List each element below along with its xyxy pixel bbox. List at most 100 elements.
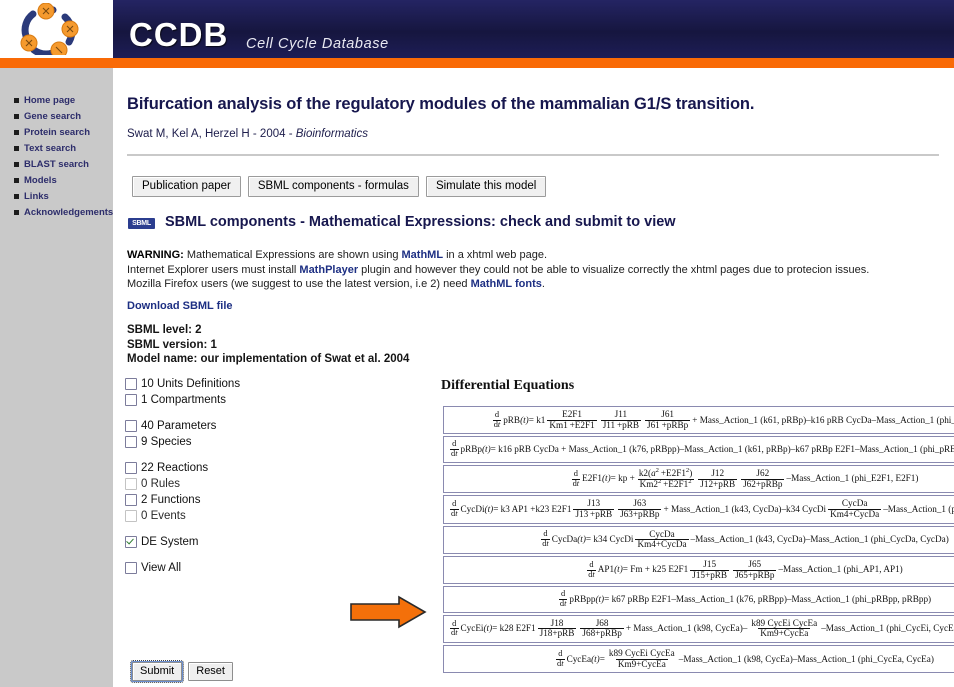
main-content: Bifurcation analysis of the regulatory m… xyxy=(113,68,954,687)
submit-button[interactable]: Submit xyxy=(129,660,185,683)
checkbox-icon[interactable] xyxy=(125,420,137,432)
checkbox-icon[interactable] xyxy=(125,478,137,490)
equation-box-cycdi: d dt CycDi (t) = k3 AP1 +k23 E2F1 J13 J13 +pR… xyxy=(443,495,954,524)
equation-expression: d dt pRBpp (t) = k67 pRBp E2F1–Mass_Action… xyxy=(558,589,932,608)
warning-label: WARNING: xyxy=(127,249,184,261)
equation-box-prbpp: d dt pRBpp (t) = k67 pRBp E2F1–Mass_Action… xyxy=(443,586,954,613)
accent-bar xyxy=(0,58,954,68)
equation-box-cycda: d dt CycDa (t) = k34 CycDi CycDa Km4+CycDa –M… xyxy=(443,525,954,554)
equation-expression: d dt pRBp (t) = k16 pRB CycDa + Mass_Actio… xyxy=(450,439,954,459)
component-checkbox-list: 10 Units Definitions 1 Compartments 40 Par… xyxy=(125,376,315,576)
sidebar-item-links[interactable]: Links xyxy=(14,190,113,203)
checkbox-icon[interactable] xyxy=(125,462,137,474)
equation-box-ap1: d dt AP1 (t) = Fm + k25 E2F1 J15 J15+pRB J65 J… xyxy=(443,555,954,585)
sidebar: Home page Gene search Protein search Text s… xyxy=(0,68,113,687)
sidebar-item-label[interactable]: Home page xyxy=(24,95,75,106)
warning-line1-b: in a xhtml web page. xyxy=(443,249,547,261)
component-row-0-rules[interactable]: 0 Rules xyxy=(125,476,315,492)
sidebar-item-label[interactable]: Links xyxy=(24,191,49,202)
component-row-40-parameters[interactable]: 40 Parameters xyxy=(125,418,315,434)
equation-expression: d dt E2F1 (t) = kp + k2(a2 +E2F12) Km22 +E2… xyxy=(571,466,919,489)
reset-button[interactable]: Reset xyxy=(188,662,233,681)
component-row-9-species[interactable]: 9 Species xyxy=(125,434,315,450)
equation-expression: d dt CycDa (t) = k34 CycDi CycDa Km4+CycDa –M… xyxy=(541,528,949,550)
component-label: 2 Functions xyxy=(141,494,201,506)
sidebar-item-blast-search[interactable]: BLAST search xyxy=(14,158,113,171)
section-heading: SBML components - Mathematical Expressio… xyxy=(165,214,676,230)
title-divider xyxy=(127,154,939,156)
bullet-square-icon xyxy=(14,162,19,167)
sbml-logo-icon: SBML xyxy=(128,218,155,229)
component-label: DE System xyxy=(141,536,199,548)
header-band xyxy=(113,0,954,58)
sidebar-item-home-page[interactable]: Home page xyxy=(14,94,113,107)
warning-line2-a: Internet Explorer users must install xyxy=(127,263,300,276)
sidebar-item-protein-search[interactable]: Protein search xyxy=(14,126,113,139)
sidebar-item-text-search[interactable]: Text search xyxy=(14,142,113,155)
mathml-fonts-link[interactable]: MathML fonts xyxy=(471,278,542,290)
page-title: Bifurcation analysis of the regulatory m… xyxy=(127,95,755,113)
tab-simulate-this-model[interactable]: Simulate this model xyxy=(425,176,547,197)
component-label: 0 Events xyxy=(141,510,186,522)
sidebar-item-gene-search[interactable]: Gene search xyxy=(14,110,113,123)
component-label: 40 Parameters xyxy=(141,420,217,432)
component-row-0-events[interactable]: 0 Events xyxy=(125,508,315,524)
mathml-link[interactable]: MathML xyxy=(402,249,444,261)
equation-box-cycei: d dt CycEi (t) = k28 E2F1 J18 J18+pRB J68 J68+… xyxy=(443,614,954,644)
equation-box-prbp: d dt pRBp (t) = k16 pRB CycDa + Mass_Actio… xyxy=(443,436,954,463)
component-label: 0 Rules xyxy=(141,478,180,490)
bullet-square-icon xyxy=(14,210,19,215)
component-label: 10 Units Definitions xyxy=(141,378,241,390)
bullet-square-icon xyxy=(14,114,19,119)
logo-container[interactable] xyxy=(0,0,113,58)
component-label: View All xyxy=(141,562,182,574)
warning-text: WARNING: Mathematical Expressions are sh… xyxy=(127,248,939,292)
checkbox-icon[interactable] xyxy=(125,436,137,448)
equation-expression: d dt pRB (t) = k1 E2F1 Km1 +E2F1 J11 J11 +pRB J… xyxy=(492,409,954,430)
sidebar-item-label[interactable]: BLAST search xyxy=(24,159,89,170)
checkbox-icon[interactable] xyxy=(125,494,137,506)
bullet-square-icon xyxy=(14,98,19,103)
checkbox-icon[interactable] xyxy=(125,536,137,548)
form-actions: Submit Reset xyxy=(129,660,233,683)
checkbox-icon[interactable] xyxy=(125,394,137,406)
download-sbml-link[interactable]: Download SBML file xyxy=(127,300,233,312)
bullet-square-icon xyxy=(14,194,19,199)
brand-tagline: Cell Cycle Database xyxy=(246,36,389,52)
tab-button-row: Publication paper SBML components - formu… xyxy=(132,176,547,197)
warning-line-2: Internet Explorer users must install Mat… xyxy=(127,263,939,278)
sbml-level: SBML level: 2 xyxy=(127,324,202,336)
bullet-square-icon xyxy=(14,178,19,183)
sidebar-item-acknowledgements[interactable]: Acknowledgements xyxy=(14,206,113,219)
equation-expression: d dt CycDi (t) = k3 AP1 +k23 E2F1 J13 J13 +pR… xyxy=(450,498,954,519)
component-row-de-system[interactable]: DE System xyxy=(125,534,315,550)
equation-expression: d dt CycEi (t) = k28 E2F1 J18 J18+pRB J68 J68+… xyxy=(450,617,954,639)
sidebar-item-models[interactable]: Models xyxy=(14,174,113,187)
component-row-2-functions[interactable]: 2 Functions xyxy=(125,492,315,508)
component-row-1-compartments[interactable]: 1 Compartments xyxy=(125,392,315,408)
mathplayer-link[interactable]: MathPlayer xyxy=(299,264,358,276)
checkbox-icon[interactable] xyxy=(125,378,137,390)
tab-sbml-components-formulas[interactable]: SBML components - formulas xyxy=(247,176,419,197)
journal-name: Bioinformatics xyxy=(295,128,368,140)
equations-heading: Differential Equations xyxy=(441,378,575,393)
equation-box-e2f1: d dt E2F1 (t) = kp + k2(a2 +E2F12) Km22 +E2… xyxy=(443,464,954,494)
brand-title: CCDB xyxy=(129,16,229,53)
warning-line1-a: Mathematical Expressions are shown using xyxy=(183,249,402,261)
authors-text: Swat M, Kel A, Herzel H - 2004 - xyxy=(127,128,296,140)
sidebar-item-label[interactable]: Protein search xyxy=(24,127,90,138)
authors-line: Swat M, Kel A, Herzel H - 2004 - Bioinfo… xyxy=(127,128,368,140)
sidebar-item-label[interactable]: Text search xyxy=(24,143,76,154)
tab-publication-paper[interactable]: Publication paper xyxy=(132,176,241,197)
sidebar-item-label[interactable]: Gene search xyxy=(24,111,81,122)
sidebar-item-label[interactable]: Acknowledgements xyxy=(24,207,113,218)
component-row-10-units-definitions[interactable]: 10 Units Definitions xyxy=(125,376,315,392)
warning-line3-b: . xyxy=(541,278,545,290)
orange-right-arrow-icon xyxy=(350,595,427,629)
component-row-view-all[interactable]: View All xyxy=(125,560,315,576)
sidebar-item-label[interactable]: Models xyxy=(24,175,57,186)
warning-line3-a: Mozilla Firefox users (we suggest to use… xyxy=(127,278,471,290)
checkbox-icon[interactable] xyxy=(125,562,137,574)
component-row-22-reactions[interactable]: 22 Reactions xyxy=(125,460,315,476)
checkbox-icon[interactable] xyxy=(125,510,137,522)
